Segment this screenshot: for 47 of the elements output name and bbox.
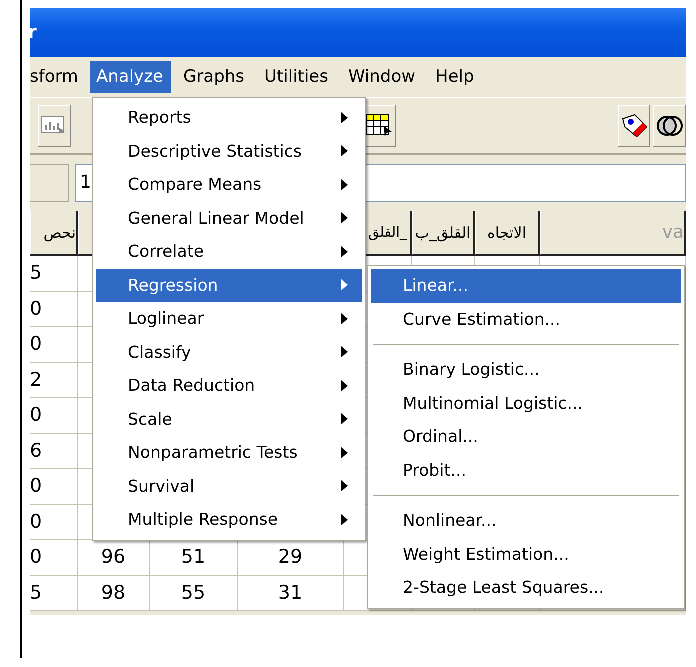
table-cell: 6 — [30, 434, 78, 469]
menu-item[interactable]: Data Reduction — [96, 369, 362, 402]
menu-item[interactable]: Analyze — [90, 61, 170, 93]
chart-icon — [41, 116, 68, 136]
menu-item[interactable]: Multiple Response — [96, 503, 362, 536]
menu-item[interactable]: Help — [428, 61, 482, 93]
table-cell: 0 — [30, 504, 78, 540]
table-button[interactable] — [364, 104, 396, 146]
table-cell: 0 — [30, 469, 78, 504]
menu-item[interactable]: Compare Means — [96, 168, 362, 202]
menu-item[interactable]: Window — [342, 61, 423, 93]
menu-item[interactable]: Survival — [96, 470, 362, 503]
menu-item[interactable]: sform — [30, 61, 86, 93]
menu-item[interactable]: 2-Stage Least Squares... — [371, 571, 681, 604]
menu-item[interactable]: Classify — [96, 336, 362, 369]
table-cell: 31 — [238, 576, 344, 611]
menu-item[interactable]: Regression — [96, 268, 362, 302]
table-cell: 0 — [30, 292, 78, 327]
column-header[interactable]: القلق_ب — [412, 211, 475, 256]
menu-item[interactable]: Multinomial Logistic... — [371, 386, 681, 420]
table-cell: 0 — [30, 398, 78, 434]
menu-item[interactable]: Loglinear — [96, 302, 362, 336]
cell-reference-field[interactable] — [30, 164, 69, 202]
menu-item[interactable]: Reports — [96, 101, 362, 134]
menu-item[interactable]: Graphs — [176, 61, 252, 93]
menu-item[interactable]: Nonparametric Tests — [96, 436, 362, 470]
tag-button[interactable] — [618, 104, 650, 146]
menu-item[interactable]: Curve Estimation... — [371, 302, 681, 336]
table-cell: 55 — [150, 576, 238, 611]
table-cell: 5 — [30, 256, 78, 292]
menu-item[interactable]: Ordinal... — [371, 420, 681, 454]
menu-item[interactable]: Weight Estimation... — [371, 538, 681, 571]
menu-item[interactable]: Linear... — [371, 269, 681, 302]
menu-item[interactable]: Nonlinear... — [371, 504, 681, 538]
menu-item[interactable]: Scale — [96, 402, 362, 436]
chart-button[interactable] — [38, 104, 71, 146]
menu-item[interactable]: Probit... — [371, 454, 681, 487]
column-header[interactable]: نحص — [30, 211, 78, 256]
circles-button[interactable] — [653, 104, 686, 146]
table-cell: 5 — [30, 576, 78, 611]
table-cell: 2 — [30, 362, 78, 398]
column-header[interactable]: الاتجاه — [475, 211, 540, 256]
table-cell: 98 — [78, 576, 150, 611]
table-cell: 0 — [30, 540, 78, 576]
table-cell: 0 — [30, 327, 78, 362]
menu-item[interactable]: Utilities — [258, 61, 336, 93]
menu-item[interactable]: Binary Logistic... — [371, 353, 681, 386]
